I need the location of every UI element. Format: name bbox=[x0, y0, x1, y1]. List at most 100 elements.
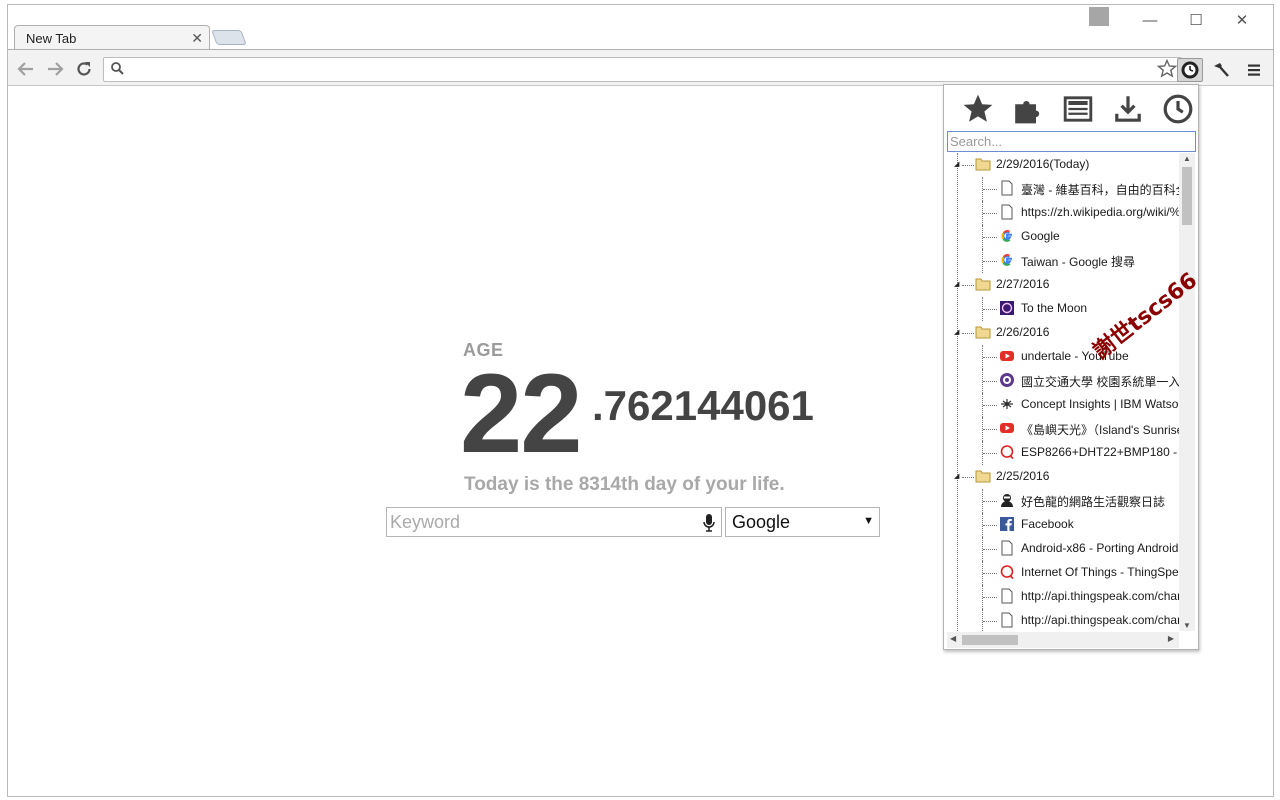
collapse-toggle-icon[interactable]: ◢ bbox=[954, 472, 959, 480]
scroll-up-icon[interactable]: ▲ bbox=[1183, 154, 1191, 163]
vertical-scrollbar[interactable]: ▲ ▼ bbox=[1179, 153, 1195, 631]
tab-news[interactable] bbox=[1059, 91, 1097, 127]
age-display: AGE 22 .762144061 bbox=[460, 340, 814, 470]
history-entry-title: 好色龍的網路生活觀察日誌 bbox=[1021, 495, 1166, 509]
thingspeak-icon bbox=[999, 444, 1015, 460]
tab-downloads[interactable] bbox=[1109, 91, 1147, 127]
folder-label: 2/25/2016 bbox=[996, 469, 1050, 483]
chrome-menu-button[interactable] bbox=[1241, 58, 1267, 82]
profile-button[interactable] bbox=[1089, 7, 1109, 26]
history-entry[interactable]: http://api.thingspeak.com/channels bbox=[944, 609, 1179, 631]
history-entry-title: https://zh.wikipedia.org/wiki/%E8%87%BA bbox=[1021, 205, 1179, 219]
history-entry[interactable]: Taiwan - Google 搜尋 bbox=[944, 249, 1179, 273]
horizontal-scroll-thumb[interactable] bbox=[962, 635, 1018, 645]
back-button[interactable] bbox=[14, 58, 38, 80]
facebook-icon bbox=[999, 516, 1015, 532]
forward-arrow-icon bbox=[48, 62, 64, 76]
search-engine-select[interactable]: Google ▼ bbox=[725, 507, 880, 537]
scroll-down-icon[interactable]: ▼ bbox=[1183, 621, 1191, 630]
collapse-toggle-icon[interactable]: ◢ bbox=[954, 280, 959, 288]
popup-tab-bar bbox=[944, 85, 1198, 131]
maximize-button[interactable]: ☐ bbox=[1173, 7, 1219, 33]
history-entry[interactable]: Google bbox=[944, 225, 1179, 249]
folder-icon bbox=[975, 324, 991, 340]
history-entry[interactable]: 《島嶼天光》（Island's Sunrise） bbox=[944, 417, 1179, 441]
youtube-icon bbox=[999, 348, 1015, 364]
scroll-right-icon[interactable]: ▶ bbox=[1168, 634, 1174, 643]
blank-page-icon bbox=[999, 612, 1015, 628]
vertical-scroll-thumb[interactable] bbox=[1182, 167, 1192, 225]
tab-new-tab[interactable]: New Tab ✕ bbox=[14, 25, 210, 51]
google-icon bbox=[999, 252, 1015, 268]
puzzle-icon bbox=[1015, 101, 1040, 124]
history-entry-title: Internet Of Things - ThingSpeak bbox=[1021, 565, 1179, 579]
keyword-input[interactable]: Keyword bbox=[386, 507, 722, 537]
back-arrow-icon bbox=[17, 62, 33, 76]
search-engine-value: Google bbox=[732, 512, 791, 532]
history-entry[interactable]: https://zh.wikipedia.org/wiki/%E8%87%BA bbox=[944, 201, 1179, 225]
address-bar[interactable] bbox=[103, 57, 1182, 82]
star-icon[interactable] bbox=[1157, 59, 1177, 79]
youtube-icon bbox=[999, 420, 1015, 436]
history-entry[interactable]: Facebook bbox=[944, 513, 1179, 537]
collapse-toggle-icon[interactable]: ◢ bbox=[954, 328, 959, 336]
forward-button[interactable] bbox=[43, 58, 67, 80]
tab-close-icon[interactable]: ✕ bbox=[191, 30, 203, 47]
history-entry[interactable]: 國立交通大學 校園系統單一入口 bbox=[944, 369, 1179, 393]
reload-button[interactable] bbox=[72, 58, 96, 80]
minimize-button[interactable]: — bbox=[1127, 7, 1173, 33]
history-entry[interactable]: Internet Of Things - ThingSpeak bbox=[944, 561, 1179, 585]
download-icon bbox=[1115, 96, 1141, 122]
tab-history[interactable] bbox=[1159, 91, 1197, 127]
history-entry-title: Facebook bbox=[1021, 517, 1074, 531]
new-tab-button[interactable] bbox=[211, 30, 247, 45]
history-entry-title: 國立交通大學 校園系統單一入口 bbox=[1021, 375, 1179, 389]
history-date-folder[interactable]: ◢ 2/29/2016(Today) bbox=[944, 153, 1179, 177]
history-entry[interactable]: 臺灣 - 維基百科，自由的百科全書 bbox=[944, 177, 1179, 201]
window-controls: — ☐ ✕ bbox=[1089, 7, 1265, 33]
blank-page-icon bbox=[999, 204, 1015, 220]
history-entry[interactable]: ESP8266+DHT22+BMP180 - ThingSpeak bbox=[944, 441, 1179, 465]
star-icon bbox=[963, 94, 993, 122]
search-icon bbox=[111, 62, 124, 75]
ibm-icon bbox=[999, 396, 1015, 412]
history-tree: ◢ 2/29/2016(Today) 臺灣 - 維基百科，自由的百科全書 https:… bbox=[944, 153, 1179, 631]
tab-bookmarks[interactable] bbox=[959, 91, 997, 127]
avatar-icon bbox=[999, 492, 1015, 508]
chevron-down-icon: ▼ bbox=[863, 515, 874, 527]
nctu-icon bbox=[999, 372, 1015, 388]
history-entry-title: http://api.thingspeak.com/channels bbox=[1021, 613, 1179, 627]
browser-toolbar bbox=[8, 49, 1273, 86]
history-entry-title: 臺灣 - 維基百科，自由的百科全書 bbox=[1021, 183, 1179, 197]
history-date-folder[interactable]: ◢ 2/25/2016 bbox=[944, 465, 1179, 489]
history-entry[interactable]: undertale - YouTube bbox=[944, 345, 1179, 369]
reload-icon bbox=[77, 62, 91, 76]
history-search-input[interactable]: Search... bbox=[947, 131, 1196, 152]
folder-icon bbox=[975, 156, 991, 172]
clock-icon bbox=[1163, 94, 1193, 124]
newspaper-icon bbox=[1063, 96, 1093, 122]
tab-strip: New Tab ✕ — ☐ ✕ bbox=[8, 5, 1273, 51]
history-entry-title: Google bbox=[1021, 229, 1060, 243]
history-entry-title: To the Moon bbox=[1021, 301, 1088, 315]
history-entry[interactable]: http://api.thingspeak.com/channels bbox=[944, 585, 1179, 609]
horizontal-scrollbar[interactable]: ◀ ▶ bbox=[947, 632, 1179, 648]
history-entry-title: Concept Insights | IBM Watson bbox=[1021, 397, 1179, 411]
history-extension-button[interactable] bbox=[1177, 58, 1203, 82]
history-entry[interactable]: Concept Insights | IBM Watson bbox=[944, 393, 1179, 417]
moon-icon bbox=[999, 300, 1015, 316]
microphone-icon[interactable] bbox=[702, 513, 716, 533]
blank-page-icon bbox=[999, 180, 1015, 196]
scroll-left-icon[interactable]: ◀ bbox=[950, 634, 956, 643]
history-entry[interactable]: 好色龍的網路生活觀察日誌 bbox=[944, 489, 1179, 513]
tab-title: New Tab bbox=[26, 31, 77, 46]
hammer-icon bbox=[1214, 63, 1229, 77]
hammer-extension-button[interactable] bbox=[1208, 58, 1234, 82]
history-entry[interactable]: Android-x86 - Porting Android to x86 bbox=[944, 537, 1179, 561]
folder-icon bbox=[975, 468, 991, 484]
menu-icon bbox=[1248, 64, 1260, 76]
close-window-button[interactable]: ✕ bbox=[1219, 7, 1265, 33]
tab-extensions[interactable] bbox=[1009, 91, 1047, 127]
day-of-life-text: Today is the 8314th day of your life. bbox=[464, 474, 785, 495]
collapse-toggle-icon[interactable]: ◢ bbox=[954, 160, 959, 168]
